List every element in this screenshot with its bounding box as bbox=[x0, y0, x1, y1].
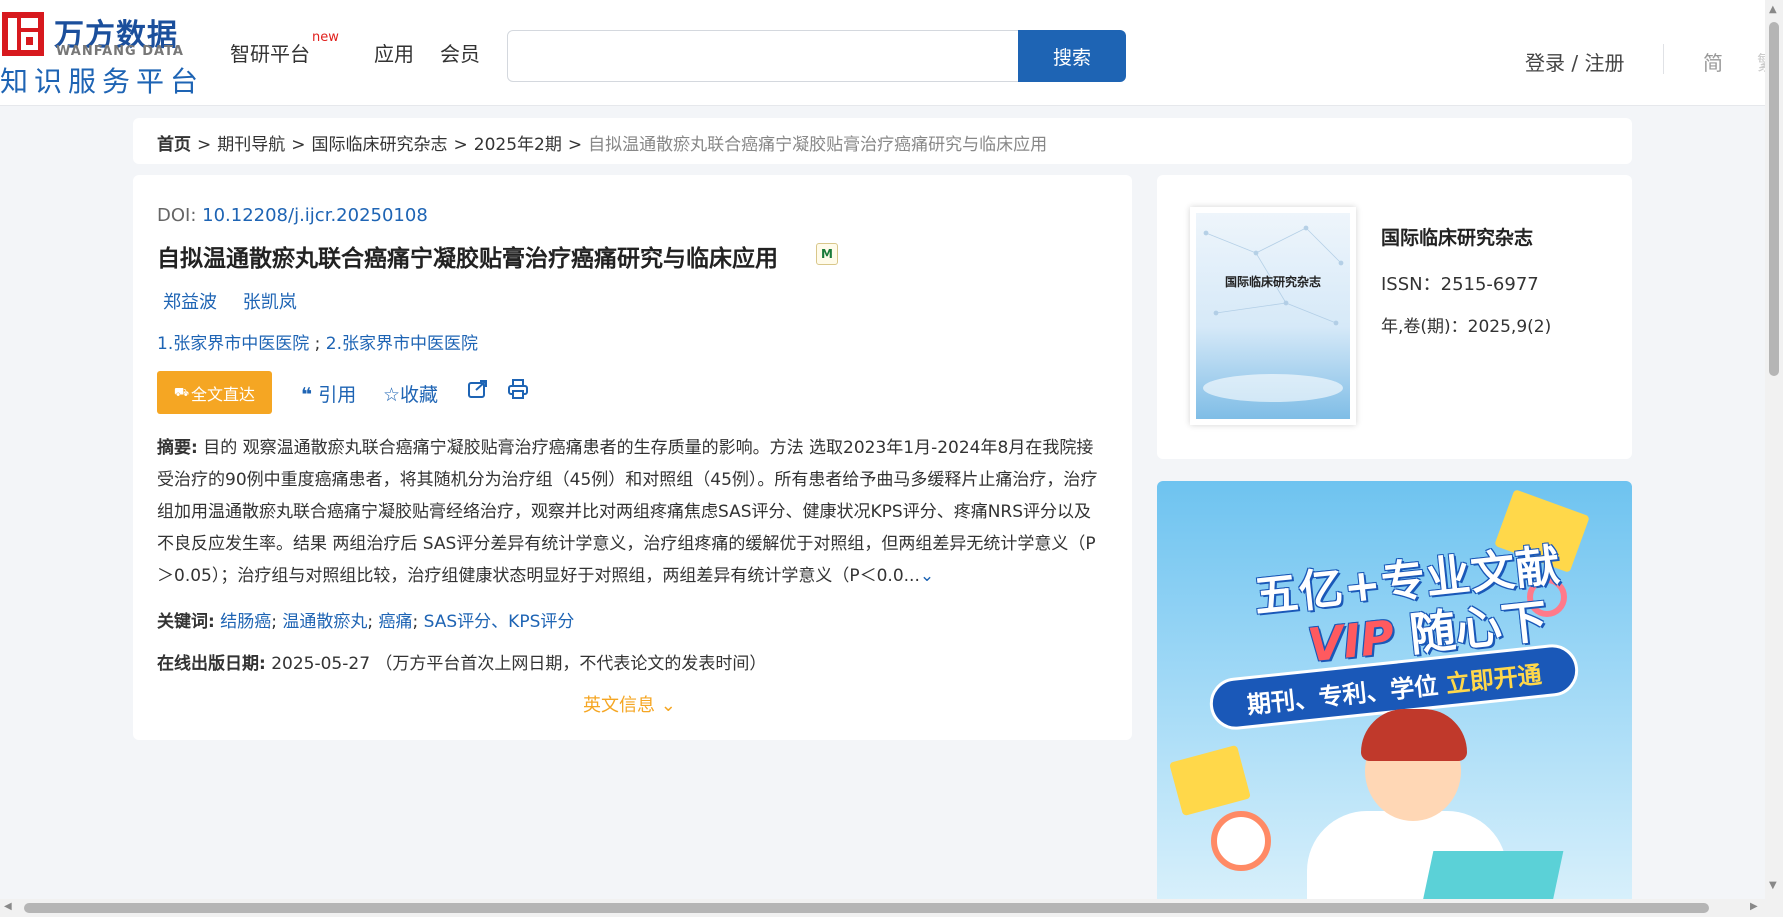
keywords: 关键词: 结肠癌; 温通散瘀丸; 癌痛; SAS评分、KPS评分 bbox=[157, 607, 574, 632]
article-card: DOI: 10.12208/j.ijcr.20250108 自拟温通散瘀丸联合癌… bbox=[133, 175, 1132, 740]
nav-item-zhiyan[interactable]: 智研平台 bbox=[230, 38, 310, 67]
lang-traditional[interactable]: 繁 bbox=[1757, 47, 1765, 76]
breadcrumb-separator: > bbox=[197, 135, 212, 155]
header-divider bbox=[1663, 44, 1664, 74]
journal-cover[interactable]: 国际临床研究杂志 bbox=[1190, 207, 1356, 425]
abstract-label: 摘要: bbox=[157, 438, 198, 458]
book-icon bbox=[1169, 744, 1251, 817]
english-info-toggle[interactable]: 英文信息 ⌄ bbox=[583, 691, 676, 717]
breadcrumb-journal-nav[interactable]: 期刊导航 bbox=[217, 135, 285, 155]
journal-card: 国际临床研究杂志 国际临床研究杂志 ISSN：2515-6977 年,卷(期)：… bbox=[1157, 175, 1632, 459]
fulltext-icon: ⛟ bbox=[173, 384, 190, 399]
keyword-link[interactable]: 温通散瘀丸 bbox=[282, 612, 367, 632]
doi-line: DOI: 10.12208/j.ijcr.20250108 bbox=[157, 205, 428, 226]
pubdate-label: 在线出版日期: bbox=[157, 654, 266, 674]
star-icon: ☆ bbox=[383, 384, 401, 406]
scroll-left-icon[interactable]: ◀ bbox=[4, 901, 12, 912]
scroll-down-icon[interactable]: ▼ bbox=[1769, 880, 1777, 891]
favorite-button[interactable]: ☆收藏 bbox=[383, 380, 438, 407]
laptop-icon bbox=[1420, 851, 1564, 901]
article-title: 自拟温通散瘀丸联合癌痛宁凝胶贴膏治疗癌痛研究与临床应用 bbox=[157, 246, 778, 272]
lang-simplified[interactable]: 简 bbox=[1703, 47, 1723, 76]
favorite-label: 收藏 bbox=[400, 384, 439, 406]
journal-cover-image: 国际临床研究杂志 bbox=[1196, 213, 1350, 419]
journal-issn: ISSN：2515-6977 bbox=[1381, 274, 1539, 295]
cover-title: 国际临床研究杂志 bbox=[1224, 275, 1321, 289]
fulltext-label: 全文直达 bbox=[191, 384, 256, 404]
print-icon[interactable] bbox=[507, 378, 529, 405]
scroll-up-icon[interactable]: ▲ bbox=[1769, 4, 1777, 15]
breadcrumb-issue[interactable]: 2025年2期 bbox=[474, 135, 562, 155]
nav-item-apps[interactable]: 应用 bbox=[374, 38, 414, 67]
expand-abstract-icon[interactable]: ⌄ bbox=[920, 566, 934, 586]
horizontal-scroll-thumb[interactable] bbox=[24, 903, 1709, 913]
online-publish-date: 在线出版日期: 2025-05-27 （万方平台首次上网日期，不代表论文的发表时… bbox=[157, 649, 766, 674]
keyword-separator: ; bbox=[271, 612, 277, 632]
nav-item-membership[interactable]: 会员 bbox=[440, 38, 480, 67]
keyword-separator: ; bbox=[412, 612, 419, 632]
breadcrumb-separator: > bbox=[567, 135, 583, 155]
scroll-right-icon[interactable]: ▶ bbox=[1750, 901, 1758, 912]
keyword-link[interactable]: SAS评分、KPS评分 bbox=[424, 612, 575, 632]
keyword-link[interactable]: 结肠癌 bbox=[220, 612, 271, 632]
scrollbar-corner bbox=[1765, 899, 1783, 917]
author-link[interactable]: 郑益波 bbox=[163, 292, 217, 313]
search-input[interactable] bbox=[507, 30, 1019, 82]
vertical-scroll-thumb[interactable] bbox=[1769, 22, 1779, 376]
cite-label: 引用 bbox=[318, 384, 357, 406]
affiliation-list: 1.张家界市中医医院 ; 2.张家界市中医医院 bbox=[157, 329, 478, 354]
vip-ad-banner[interactable]: 五亿+专业文献 VIP 随心下 期刊、专利、学位 立即开通 bbox=[1157, 481, 1632, 901]
abstract: 摘要: 目的 观察温通散瘀丸联合癌痛宁凝胶贴膏治疗癌痛患者的生存质量的影响。方法… bbox=[157, 432, 1107, 592]
wanfang-logo-icon bbox=[2, 12, 44, 56]
breadcrumb-current: 自拟温通散瘀丸联合癌痛宁凝胶贴膏治疗癌痛研究与临床应用 bbox=[588, 135, 1048, 155]
quote-icon: ❝ bbox=[301, 384, 313, 406]
logo-english-name: WANFANG DATA bbox=[56, 44, 184, 59]
doi-link[interactable]: 10.12208/j.ijcr.20250108 bbox=[202, 205, 428, 226]
english-info-label: 英文信息 bbox=[583, 695, 655, 716]
pubdate-value: 2025-05-27 bbox=[271, 654, 371, 674]
keyword-separator: ; bbox=[367, 612, 374, 632]
wanfang-logo[interactable]: 万方数据 WANFANG DATA 知识服务平台 bbox=[0, 8, 198, 98]
author-link[interactable]: 张凯岚 bbox=[243, 292, 297, 313]
affiliation-link[interactable]: 1.张家界市中医医院 bbox=[157, 334, 309, 354]
cartoon-person-hair bbox=[1361, 709, 1467, 761]
alarm-clock-icon bbox=[1211, 811, 1271, 871]
affiliation-link[interactable]: 2.张家界市中医医院 bbox=[326, 334, 478, 354]
breadcrumb: 首页 > 期刊导航 > 国际临床研究杂志 >2025年2期 > 自拟温通散瘀丸联合癌痛宁凝胶贴… bbox=[133, 118, 1632, 164]
cite-button[interactable]: ❝ 引用 bbox=[301, 380, 356, 407]
m-badge-icon[interactable]: M bbox=[816, 243, 838, 265]
breadcrumb-separator: > bbox=[291, 135, 306, 155]
keyword-link[interactable]: 癌痛 bbox=[379, 612, 413, 632]
logo-subtitle: 知识服务平台 bbox=[0, 65, 205, 98]
new-badge: new bbox=[312, 30, 339, 45]
horizontal-scrollbar[interactable]: ◀ ▶ bbox=[0, 899, 1765, 917]
fulltext-button[interactable]: ⛟ 全文直达 bbox=[157, 371, 272, 414]
doi-label: DOI: bbox=[157, 205, 203, 226]
abstract-text: 目的 观察温通散瘀丸联合癌痛宁凝胶贴膏治疗癌痛患者的生存质量的影响。方法 选取2… bbox=[157, 438, 1098, 586]
chevron-down-icon: ⌄ bbox=[660, 695, 676, 716]
breadcrumb-home[interactable]: 首页 bbox=[157, 135, 191, 155]
keywords-label: 关键词: bbox=[157, 612, 215, 632]
top-header: 万方数据 WANFANG DATA 知识服务平台 智研平台 new 应用 会员 … bbox=[0, 0, 1765, 106]
search-button[interactable]: 搜索 bbox=[1018, 30, 1126, 82]
ad-pill-highlight: 立即开通 bbox=[1444, 660, 1543, 698]
share-icon[interactable] bbox=[467, 378, 489, 405]
breadcrumb-separator: > bbox=[453, 135, 468, 155]
breadcrumb-journal[interactable]: 国际临床研究杂志 bbox=[312, 135, 448, 155]
affiliation-separator: ; bbox=[314, 334, 321, 354]
login-register-link[interactable]: 登录 / 注册 bbox=[1525, 47, 1624, 76]
journal-volume: 年,卷(期)：2025,9(2) bbox=[1381, 317, 1552, 337]
pubdate-note: （万方平台首次上网日期，不代表论文的发表时间） bbox=[375, 654, 767, 674]
author-list: 郑益波 张凯岚 bbox=[163, 288, 317, 314]
journal-name[interactable]: 国际临床研究杂志 bbox=[1381, 223, 1533, 250]
vertical-scrollbar[interactable]: ▲ ▼ bbox=[1765, 0, 1783, 899]
